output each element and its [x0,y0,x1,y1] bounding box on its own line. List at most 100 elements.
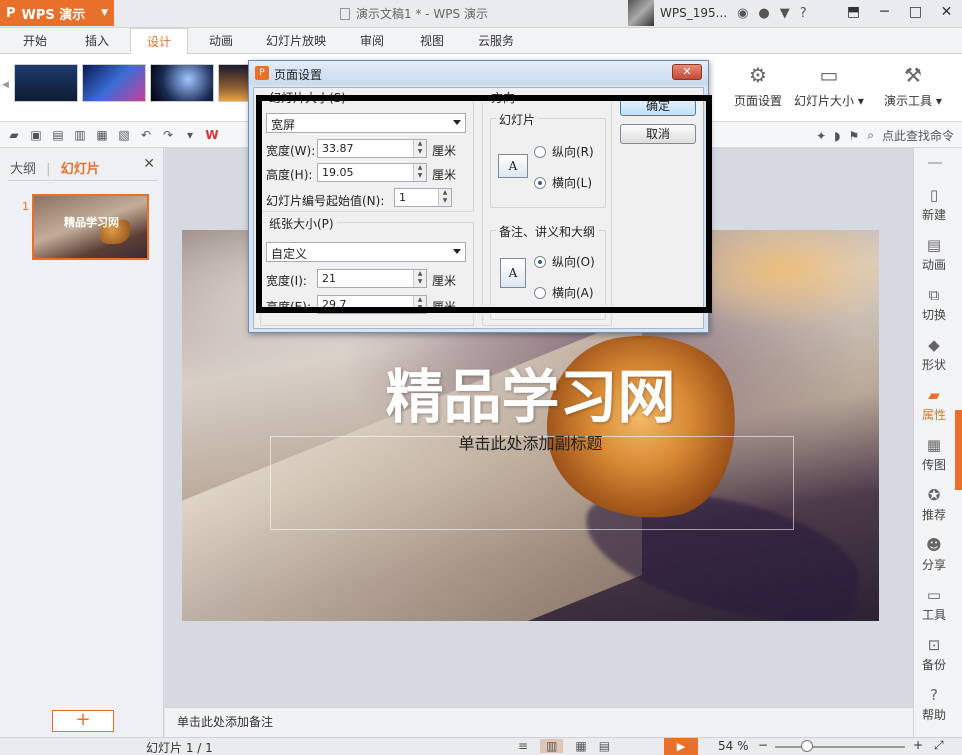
skin-icon[interactable]: ● [758,6,769,21]
sidebar-item-help[interactable]: ? 帮助 [914,686,954,723]
shirt-icon[interactable]: ▼ [780,6,790,21]
slide-size-button[interactable]: ▭ 幻灯片大小 ▾ [794,62,864,109]
cancel-button[interactable]: 取消 [620,124,696,144]
tab-view[interactable]: 视图 [410,28,454,54]
pin-icon[interactable]: ✦ [816,129,826,143]
slide-title[interactable]: 精品学习网 [182,350,879,434]
zoom-slider[interactable] [775,740,905,752]
sidebar-item-upload-image[interactable]: ▦ 传图 [914,436,954,473]
add-slide-button[interactable]: + [52,710,114,732]
slide-size-group-label: 幻灯片大小(S) [266,89,349,106]
tab-slideshow[interactable]: 幻灯片放映 [258,28,334,54]
d-icon[interactable]: ◗ [834,129,840,143]
find-command-input[interactable]: 点此查找命令 [882,127,954,144]
notes-view-icon[interactable]: ≡ [518,739,528,753]
sidebar-item-share[interactable]: ☻ 分享 [914,536,954,573]
presenter-tools-button[interactable]: ⚒ 演示工具 ▾ [884,62,942,109]
minimize-icon[interactable]: ─ [869,0,900,26]
export-pdf-icon[interactable]: ▤ [50,127,66,143]
slides-landscape-radio[interactable]: 横向(L) [534,174,592,191]
avatar[interactable] [628,0,654,26]
sidebar-item-animation[interactable]: ▤ 动画 [914,236,954,273]
notes-pane[interactable]: 单击此处添加备注 [165,707,913,737]
ok-button[interactable]: 确定 [620,96,696,116]
panel-tabs: 大纲 | 幻灯片 [10,158,100,177]
start-number-input[interactable]: 1 ▲ ▼ [394,188,452,207]
spinner-arrows-icon[interactable]: ▲ ▼ [413,140,426,157]
tab-animation[interactable]: 动画 [198,28,244,54]
sidebar-item-backup[interactable]: ⊡ 备份 [914,636,954,673]
paper-width-input[interactable]: 21 ▲ ▼ [317,269,427,288]
tab-outline[interactable]: 大纲 [10,162,36,177]
image-icon[interactable]: ▧ [116,127,132,143]
print-icon[interactable]: ▥ [72,127,88,143]
radio-button[interactable] [534,255,546,268]
restore-ribbon-icon[interactable]: ⬒ [838,0,869,26]
customize-toolbar-icon[interactable]: ▾ [182,127,198,143]
orientation-group-label: 方向 [488,89,519,106]
close-icon[interactable]: ✕ [143,156,155,172]
vip-icon[interactable]: ◉ [737,6,748,21]
zoom-slider-handle[interactable] [801,740,813,752]
spinner-arrows-icon[interactable]: ▲ ▼ [438,189,451,206]
sidebar-item-tools[interactable]: ▭ 工具 [914,586,954,623]
sidebar-collapse-handle[interactable] [955,410,962,490]
subtitle-placeholder[interactable]: 单击此处添加副标题 [182,430,879,454]
radio-button[interactable] [534,286,546,299]
flag-icon[interactable]: ⚑ [848,129,859,143]
sidebar-item-transition[interactable]: ⧉ 切换 [914,286,954,323]
notes-portrait-radio[interactable]: 纵向(O) [534,253,595,270]
help-menu-icon[interactable]: ? [800,6,807,21]
tab-design[interactable]: 设计 [130,28,188,55]
sidebar-item-shape[interactable]: ◆ 形状 [914,336,954,373]
slide-thumbnail[interactable]: 精品学习网 [32,194,149,260]
spinner-arrows-icon[interactable]: ▲ ▼ [413,270,426,287]
maximize-icon[interactable]: □ [900,0,931,26]
radio-button[interactable] [534,176,546,189]
save-icon[interactable]: ▣ [28,127,44,143]
sidebar-item-recommend[interactable]: ✪ 推荐 [914,486,954,523]
user-name[interactable]: WPS_195... [660,6,727,20]
paper-size-select[interactable]: 自定义 [266,242,466,262]
sidebar-item-properties[interactable]: ▰ 属性 [914,386,954,423]
normal-view-icon[interactable]: ▥ [540,739,564,753]
sidebar-item-new[interactable]: ▯ 新建 [914,186,954,223]
zoom-in-icon[interactable]: + [913,738,923,752]
print-preview-icon[interactable]: ▦ [94,127,110,143]
dialog-title-bar[interactable]: P 页面设置 ✕ [249,61,708,85]
sorter-view-icon[interactable]: ▦ [575,739,586,753]
app-menu-button[interactable]: P WPS 演示 ▼ [0,0,114,26]
undo-icon[interactable]: ↶ [138,127,154,143]
reading-view-icon[interactable]: ▤ [599,739,610,753]
spinner-arrows-icon[interactable]: ▲ ▼ [413,296,426,313]
fit-window-icon[interactable]: ⤢ [934,738,944,753]
height-input[interactable]: 19.05 ▲ ▼ [317,163,427,182]
presenter-tools-label: 演示工具 [884,94,933,108]
tab-insert[interactable]: 插入 [74,28,120,54]
user-area[interactable]: WPS_195... ◉ ● ▼ ? [628,0,807,26]
page-setup-button[interactable]: ⚙ 页面设置 [734,62,782,109]
zoom-out-icon[interactable]: − [758,738,768,752]
slides-portrait-radio[interactable]: 纵向(R) [534,143,594,160]
paper-height-input[interactable]: 29.7 ▲ ▼ [317,295,427,314]
template-thumb[interactable] [150,64,214,102]
wps-w-icon[interactable]: W [204,127,220,143]
radio-button[interactable] [534,145,546,158]
scroll-left-icon[interactable]: ◀ [2,80,9,90]
play-slideshow-button[interactable]: ▶ [664,738,698,755]
template-thumb[interactable] [14,64,78,102]
tab-cloud[interactable]: 云服务 [468,28,524,54]
template-thumb[interactable] [82,64,146,102]
spinner-arrows-icon[interactable]: ▲ ▼ [413,164,426,181]
dialog-close-button[interactable]: ✕ [672,64,702,80]
tab-slides[interactable]: 幻灯片 [61,162,100,177]
slide-size-select[interactable]: 宽屏 [266,113,466,133]
tab-home[interactable]: 开始 [12,28,58,54]
notes-landscape-radio[interactable]: 横向(A) [534,284,594,301]
width-input[interactable]: 33.87 ▲ ▼ [317,139,427,158]
close-icon[interactable]: ✕ [931,0,962,26]
transition-icon: ⧉ [928,286,940,304]
tab-review[interactable]: 审阅 [350,28,394,54]
redo-icon[interactable]: ↷ [160,127,176,143]
open-folder-icon[interactable]: ▰ [6,127,22,143]
